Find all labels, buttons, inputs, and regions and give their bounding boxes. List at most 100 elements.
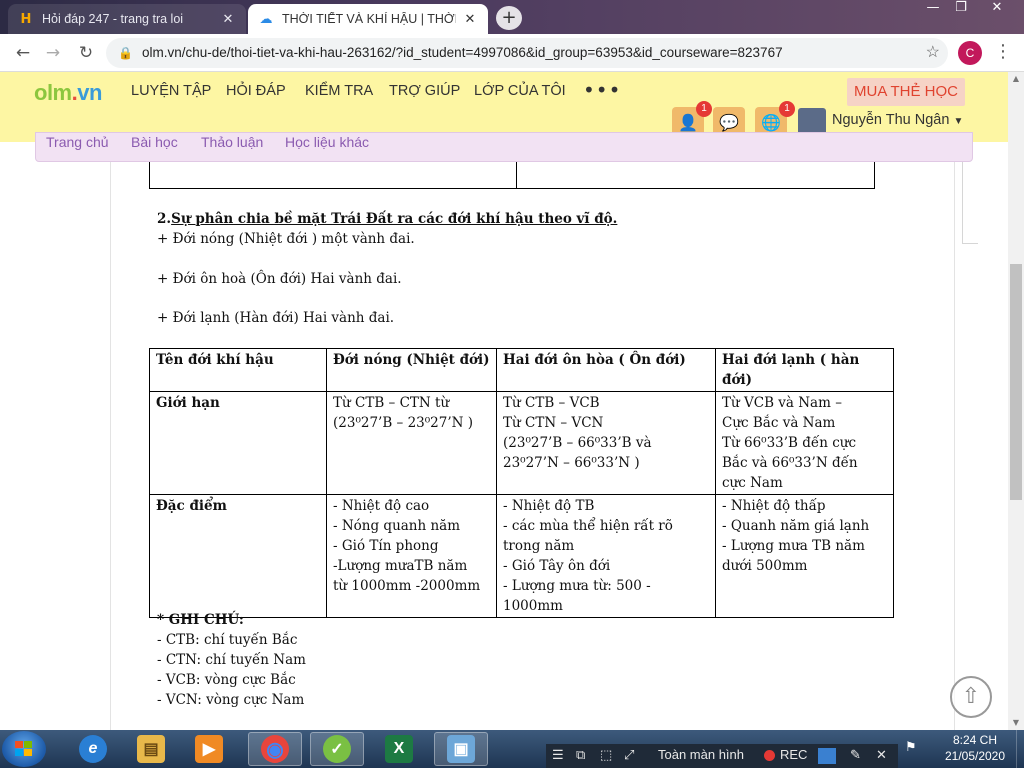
page-scrollbar[interactable]: ▲ ▼ <box>1008 72 1024 730</box>
taskbar-excel[interactable]: X <box>372 732 426 766</box>
browser-menu-icon[interactable]: ⋮ <box>994 40 1012 66</box>
lesson-subnav: Trang chủ Bài học Thảo luận Học liệu khá… <box>35 132 973 162</box>
minimize-button[interactable]: — <box>918 0 948 18</box>
excel-icon: X <box>385 735 413 763</box>
tab-close-icon[interactable]: ✕ <box>462 12 478 27</box>
taskbar-photos[interactable]: ▣ <box>434 732 488 766</box>
table-header-row: Tên đới khí hậu Đới nóng (Nhiệt đới) Hai… <box>149 348 894 392</box>
table-header-cell: Tên đới khí hậu <box>149 348 327 392</box>
pen-icon[interactable]: ✎ <box>850 747 861 763</box>
media-player-icon: ▶ <box>195 735 223 763</box>
note-item: - CTN: chí tuyến Nam <box>157 652 306 668</box>
tab-close-icon[interactable]: ✕ <box>220 12 236 27</box>
tab-title: THỜI TIẾT VÀ KHÍ HẬU | THỜI TIẾT <box>282 12 456 26</box>
taskbar-explorer[interactable]: ▤ <box>124 732 178 766</box>
row-label: Giới hạn <box>149 391 327 495</box>
browser-tab-strip: H Hỏi đáp 247 - trang tra loi ✕ ☁ THỜI T… <box>0 0 1024 34</box>
scrollbar-thumb[interactable] <box>1010 264 1022 500</box>
table-row: Đặc điểm - Nhiệt độ cao - Nóng quanh năm… <box>149 494 894 618</box>
menu-luyen-tap[interactable]: LUYỆN TẬP <box>131 83 211 99</box>
lock-icon: 🔒 <box>118 46 133 60</box>
clock-date: 21/05/2020 <box>944 749 1006 763</box>
recorder-close-icon[interactable]: ✕ <box>876 747 887 763</box>
table-header-cell: Hai đới ôn hòa ( Ôn đới) <box>496 348 716 392</box>
table-header-cell: Đới nóng (Nhiệt đới) <box>326 348 497 392</box>
screen-recorder-bar: ☰ ⧉ ⬚ ⤢ Toàn màn hình REC ✎ ✕ <box>546 744 898 768</box>
olm-app-icon: ✓ <box>323 735 351 763</box>
show-desktop-button[interactable] <box>1016 730 1024 768</box>
back-button[interactable]: ← <box>12 42 34 64</box>
menu-kiem-tra[interactable]: KIỂM TRA <box>305 83 373 99</box>
address-bar[interactable]: 🔒 olm.vn/chu-de/thoi-tiet-va-khi-hau-263… <box>106 38 948 68</box>
window-close-button[interactable]: ✕ <box>982 0 1012 18</box>
taskbar-media[interactable]: ▶ <box>182 732 236 766</box>
line-doi-lanh: + Đới lạnh (Hàn đới) Hai vành đai. <box>157 310 395 326</box>
taskbar-chrome[interactable]: ◉ <box>248 732 302 766</box>
subnav-bai-hoc[interactable]: Bài học <box>131 134 178 150</box>
photo-viewer-icon: ▣ <box>447 735 475 763</box>
recorder-fullscreen-icon[interactable]: ⤢ <box>624 747 634 763</box>
new-tab-button[interactable]: + <box>496 6 522 30</box>
bookmark-star-icon[interactable]: ☆ <box>926 38 940 68</box>
taskbar-ie[interactable]: e <box>66 732 120 766</box>
profile-avatar[interactable]: C <box>958 41 982 65</box>
browser-toolbar: ← → ↻ 🔒 olm.vn/chu-de/thoi-tiet-va-khi-h… <box>0 34 1024 72</box>
action-center-flag-icon[interactable]: ⚑ <box>905 740 917 755</box>
folder-icon: ▤ <box>137 735 165 763</box>
buy-card-button[interactable]: MUA THẺ HỌC <box>847 78 965 106</box>
windows-logo-icon <box>15 741 33 757</box>
table-row: Giới hạn Từ CTB – CTN từ (23⁰27’B – 23⁰2… <box>149 391 894 495</box>
taskbar-olm-app[interactable]: ✓ <box>310 732 364 766</box>
note-item: - VCB: vòng cực Bắc <box>157 672 296 688</box>
note-item: - VCN: vòng cực Nam <box>157 692 305 708</box>
reload-button[interactable]: ↻ <box>75 42 97 64</box>
recorder-window-icon[interactable]: ⧉ <box>576 747 585 763</box>
doc-border-right <box>954 162 955 730</box>
forward-button[interactable]: → <box>42 42 64 64</box>
user-menu[interactable]: Nguyễn Thu Ngân ▼ <box>832 112 963 128</box>
previous-table-bottom <box>149 162 875 189</box>
recorder-camera-icon[interactable] <box>818 748 836 764</box>
recorder-menu-icon[interactable]: ☰ <box>552 747 564 763</box>
section-heading: 2.Sự phân chia bề mặt Trái Đất ra các đớ… <box>157 211 618 227</box>
olm-logo[interactable]: olm.vn <box>34 80 102 106</box>
table-header-cell: Hai đới lạnh ( hàn đới) <box>715 348 894 392</box>
doc-border-left <box>110 162 111 730</box>
scroll-down-arrow-icon[interactable]: ▼ <box>1008 716 1024 730</box>
menu-tro-giup[interactable]: TRỢ GIÚP <box>389 83 460 99</box>
table-cell: Từ VCB và Nam – Cực Bắc và Nam Từ 66⁰33’… <box>715 391 894 495</box>
note-item: - CTB: chí tuyến Bắc <box>157 632 298 648</box>
internet-explorer-icon: e <box>79 735 107 763</box>
subnav-hoc-lieu-khac[interactable]: Học liệu khác <box>285 134 369 150</box>
subnav-thao-luan[interactable]: Thảo luận <box>201 134 263 150</box>
subnav-trang-chu[interactable]: Trang chủ <box>46 134 109 150</box>
doc-inner-scrollbar[interactable] <box>962 162 978 244</box>
recorder-region-icon[interactable]: ⬚ <box>600 747 612 763</box>
more-menu-icon[interactable]: ••• <box>583 78 621 102</box>
row-label: Đặc điểm <box>149 494 327 618</box>
scroll-to-top-icon[interactable]: ⇧ <box>950 676 992 718</box>
tab-thoi-tiet-khi-hau[interactable]: ☁ THỜI TIẾT VÀ KHÍ HẬU | THỜI TIẾT ✕ <box>248 4 488 34</box>
table-cell: - Nhiệt độ TB - các mùa thể hiện rất rõ … <box>496 494 716 618</box>
clock-time: 8:24 CH <box>952 733 998 747</box>
scroll-up-arrow-icon[interactable]: ▲ <box>1008 72 1024 86</box>
cloud-favicon-icon: ☁ <box>259 11 273 27</box>
table-cell: - Nhiệt độ thấp - Quanh năm giá lạnh - L… <box>715 494 894 618</box>
record-dot-icon <box>764 750 775 761</box>
start-button[interactable] <box>2 731 46 767</box>
url-text: olm.vn/chu-de/thoi-tiet-va-khi-hau-26316… <box>142 45 783 60</box>
user-name: Nguyễn Thu Ngân <box>832 112 950 128</box>
table-cell: Từ CTB – CTN từ (23⁰27’B – 23⁰27’N ) <box>326 391 497 495</box>
record-button[interactable]: REC <box>780 747 807 762</box>
menu-lop-cua-toi[interactable]: LỚP CỦA TÔI <box>474 83 566 99</box>
system-clock[interactable]: 8:24 CH 21/05/2020 <box>930 732 1020 764</box>
tab-hoidap247[interactable]: H Hỏi đáp 247 - trang tra loi ✕ <box>8 4 246 34</box>
line-doi-nong: + Đới nóng (Nhiệt đới ) một vành đai. <box>157 231 415 247</box>
recorder-mode-label[interactable]: Toàn màn hình <box>658 747 744 762</box>
menu-hoi-dap[interactable]: HỎI ĐÁP <box>226 83 286 99</box>
notes-title: * GHI CHÚ: <box>157 612 244 628</box>
friend-badge: 1 <box>696 101 712 117</box>
caret-down-icon: ▼ <box>953 116 964 127</box>
hoidap-favicon-icon: H <box>20 11 32 27</box>
restore-button[interactable]: ❐ <box>946 0 976 18</box>
